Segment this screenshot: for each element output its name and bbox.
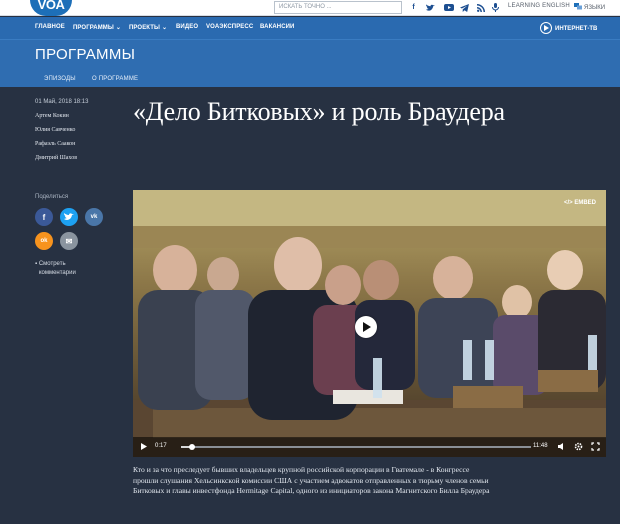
- chevron-down-icon: ⌄: [161, 25, 168, 31]
- nav-item-label: ГЛАВНОЕ: [35, 24, 65, 30]
- odnoklassniki-share-button[interactable]: ok: [35, 232, 53, 250]
- share-label: Поделиться: [35, 194, 69, 200]
- embed-label: EMBED: [574, 200, 596, 206]
- voa-logo[interactable]: VOA: [30, 0, 72, 16]
- play-icon[interactable]: [139, 442, 148, 451]
- languages-label: ЯЗЫКИ: [584, 5, 606, 11]
- nav-item-main[interactable]: ГЛАВНОЕ: [35, 24, 65, 30]
- facebook-icon[interactable]: f: [408, 2, 419, 13]
- author-link[interactable]: Дмитрий Шахов: [35, 155, 77, 161]
- view-comments-link[interactable]: ▪ Смотреть комментарии: [35, 260, 89, 278]
- publish-date: 01 Май, 2018 18:13: [35, 99, 89, 105]
- podcast-icon[interactable]: [490, 2, 501, 13]
- top-bar: VOA ИСКАТЬ ТОЧНО ... f LEARNING ENGLISH …: [0, 0, 620, 16]
- author-link[interactable]: Рафаэль Саакон: [35, 141, 75, 147]
- tab-about[interactable]: О ПРОГРАММЕ: [92, 76, 138, 82]
- section-header: ПРОГРАММЫ ЭПИЗОДЫ О ПРОГРАММЕ: [0, 39, 620, 87]
- nav-item-label: ПРОЕКТЫ: [129, 25, 160, 31]
- nav-item-label: ПРОГРАММЫ: [73, 25, 114, 31]
- twitter-share-button[interactable]: [60, 208, 78, 226]
- learning-english-link[interactable]: LEARNING ENGLISH: [508, 3, 570, 9]
- page-title: «Дело Битковых» и роль Браудера: [133, 97, 505, 126]
- nav-item-projects[interactable]: ПРОЕКТЫ ⌄: [129, 24, 167, 31]
- languages-link[interactable]: ЯЗЫКИ: [574, 3, 605, 11]
- author-link[interactable]: Артем Кокин: [35, 113, 69, 119]
- embed-button[interactable]: </> EMBED: [564, 200, 596, 206]
- twitter-icon[interactable]: [425, 2, 436, 13]
- fullscreen-icon[interactable]: [591, 442, 600, 451]
- comment-icon: ▪: [35, 261, 38, 267]
- seek-handle[interactable]: [188, 444, 195, 450]
- internet-tv-link[interactable]: ИНТЕРНЕТ-ТВ: [540, 22, 597, 34]
- internet-tv-label: ИНТЕРНЕТ-ТВ: [555, 26, 598, 32]
- section-title[interactable]: ПРОГРАММЫ: [35, 46, 135, 63]
- vk-icon: vk: [90, 214, 98, 220]
- email-share-button[interactable]: ✉: [60, 232, 78, 250]
- video-player[interactable]: </> EMBED 0:17 11:48: [133, 190, 606, 457]
- youtube-icon[interactable]: [443, 2, 454, 13]
- current-time: 0:17: [155, 443, 167, 449]
- play-circle-icon: [540, 22, 552, 34]
- volume-icon[interactable]: [557, 442, 566, 451]
- chevron-down-icon: ⌄: [115, 25, 122, 31]
- nav-item-label: ВАКАНСИИ: [260, 24, 295, 30]
- tab-episodes[interactable]: ЭПИЗОДЫ: [44, 76, 76, 82]
- vk-share-button[interactable]: vk: [85, 208, 103, 226]
- email-icon: ✉: [65, 236, 73, 246]
- odnoklassniki-icon: ok: [40, 238, 48, 244]
- view-comments-label: Смотреть комментарии: [38, 261, 76, 276]
- nav-item-video[interactable]: ВИДЕО: [176, 24, 198, 30]
- nav-item-voaexpress[interactable]: VOAЭКСПРЕСС: [206, 24, 253, 30]
- nav-item-label: VOAЭКСПРЕСС: [206, 24, 254, 30]
- video-caption: Кто и за что преследует бывших владельце…: [133, 465, 490, 496]
- nav-item-programs[interactable]: ПРОГРАММЫ ⌄: [73, 24, 121, 31]
- duration: 11:48: [533, 443, 548, 449]
- search-input[interactable]: ИСКАТЬ ТОЧНО ...: [274, 1, 402, 14]
- nav-item-vacancies[interactable]: ВАКАНСИИ: [260, 24, 294, 30]
- play-button[interactable]: [355, 316, 377, 338]
- seek-bar[interactable]: [181, 444, 531, 450]
- facebook-share-button[interactable]: f: [35, 208, 53, 226]
- twitter-icon: [64, 213, 74, 220]
- nav-item-label: ВИДЕО: [176, 24, 199, 30]
- telegram-icon[interactable]: [459, 2, 470, 13]
- video-controls: 0:17 11:48: [133, 437, 606, 457]
- author-link[interactable]: Юлия Савченко: [35, 127, 75, 133]
- rss-icon[interactable]: [475, 2, 486, 13]
- main-nav: ГЛАВНОЕ ПРОГРАММЫ ⌄ ПРОЕКТЫ ⌄ ВИДЕО VOAЭКС…: [0, 17, 620, 39]
- settings-gear-icon[interactable]: [574, 442, 583, 451]
- facebook-icon: f: [42, 212, 46, 222]
- languages-icon: [574, 3, 582, 10]
